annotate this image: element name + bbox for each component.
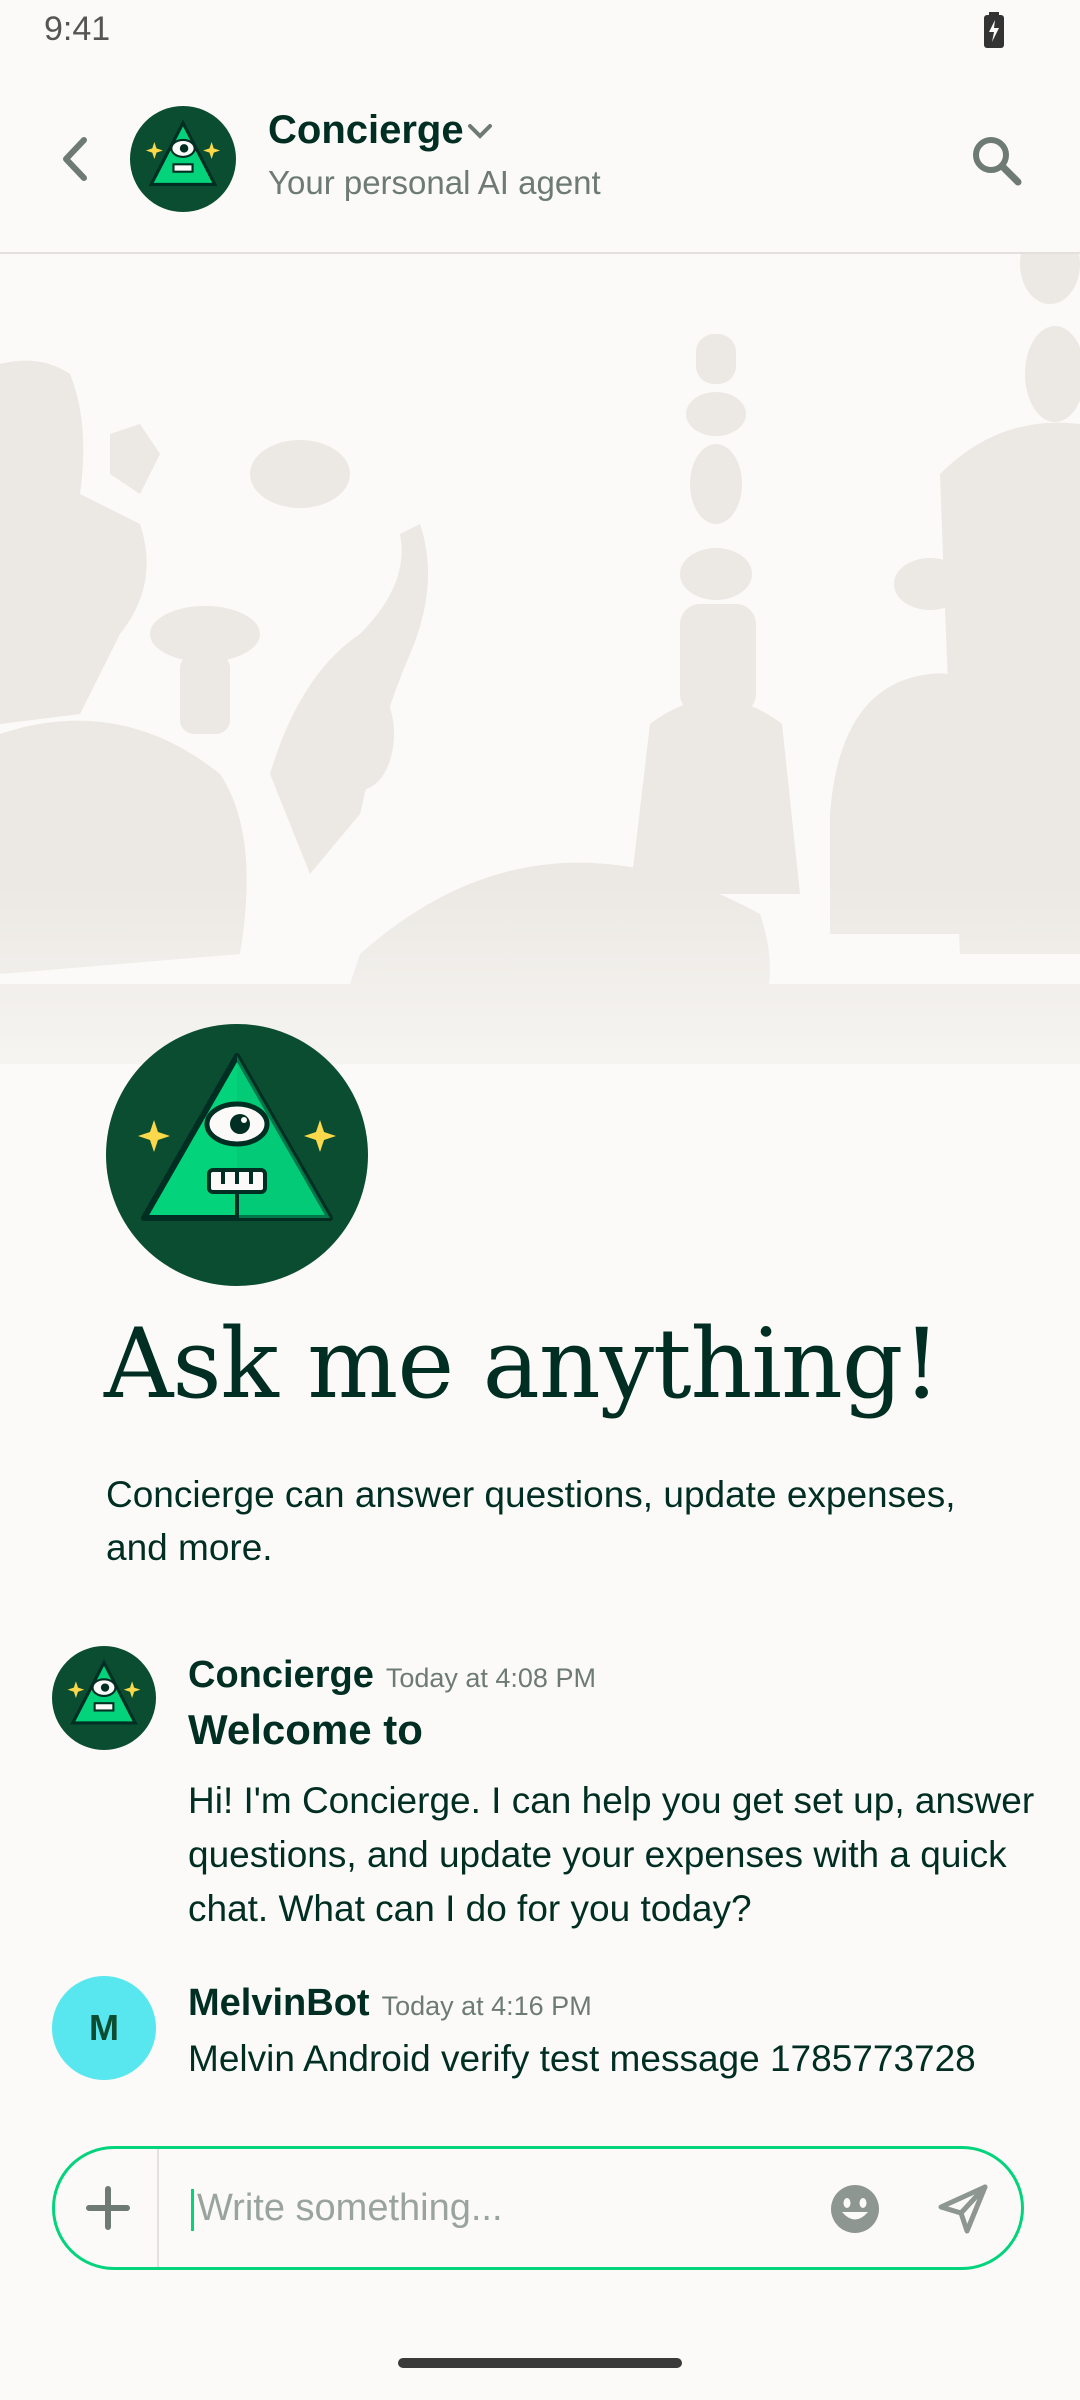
chat-title[interactable]: Concierge (268, 108, 464, 153)
melvinbot-avatar[interactable]: M (52, 1976, 156, 2080)
message-header: Concierge Today at 4:08 PM (188, 1654, 596, 1697)
concierge-logo-icon (145, 119, 221, 187)
message-input[interactable] (189, 2169, 837, 2247)
battery-charging-icon (984, 12, 1004, 48)
sender-name[interactable]: MelvinBot (188, 1982, 370, 2024)
hero-description: Concierge can answer questions, update e… (106, 1474, 956, 1568)
search-icon[interactable] (968, 132, 1024, 188)
status-time: 9:41 (44, 10, 111, 48)
sender-name[interactable]: Concierge (188, 1654, 374, 1696)
chat-header: Concierge Your personal AI agent (0, 80, 1080, 254)
concierge-logo-icon (67, 1659, 141, 1725)
home-indicator[interactable] (398, 2358, 682, 2368)
emoji-icon[interactable] (829, 2183, 881, 2235)
concierge-logo-icon (138, 1053, 336, 1221)
message-composer (52, 2146, 1024, 2270)
message-timestamp: Today at 4:16 PM (381, 1991, 592, 2021)
status-bar: 9:41 (0, 0, 1080, 64)
hero-title: Ask me anything! (104, 1308, 941, 1420)
message-text: Melvin Android verify test message 17857… (188, 2038, 976, 2079)
chat-subtitle: Your personal AI agent (268, 164, 601, 201)
chevron-down-icon[interactable] (466, 122, 494, 142)
hero-concierge-avatar (106, 1024, 368, 1286)
message-header: MelvinBot Today at 4:16 PM (188, 1982, 592, 2025)
back-arrow-icon[interactable] (54, 134, 98, 184)
plus-icon[interactable] (83, 2183, 133, 2233)
message-text: Hi! I'm Concierge. I can help you get se… (188, 1780, 1035, 1929)
send-icon[interactable] (937, 2183, 989, 2235)
composer-divider (157, 2149, 159, 2267)
concierge-avatar[interactable] (130, 106, 236, 212)
message-heading: Welcome to (188, 1706, 423, 1753)
background-illustration (0, 254, 1080, 1154)
concierge-avatar[interactable] (52, 1646, 156, 1750)
message-timestamp: Today at 4:08 PM (385, 1663, 596, 1693)
